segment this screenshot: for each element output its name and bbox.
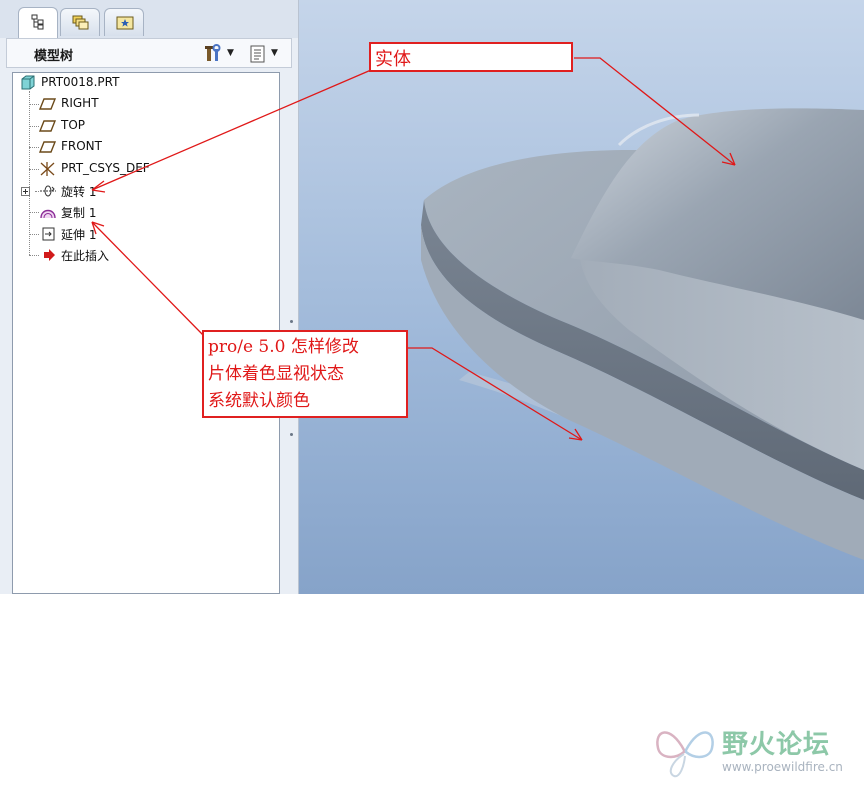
- butterfly-logo-icon: [656, 731, 714, 778]
- annotation-arrows: [91, 57, 736, 441]
- annotation-line: 系统默认颜色: [208, 391, 310, 411]
- annotation-question: pro/e 5.0 怎样修改 片体着色显视状态 系统默认颜色: [202, 330, 408, 418]
- annotation-line: pro/e 5.0 怎样修改: [208, 337, 359, 357]
- annotation-line: 片体着色显视状态: [208, 364, 344, 384]
- forum-watermark: 野火论坛 www.proewildfire.cn: [652, 720, 852, 780]
- watermark-url: www.proewildfire.cn: [722, 760, 843, 774]
- annotation-solid: 实体: [369, 42, 573, 72]
- watermark-title: 野火论坛: [722, 730, 831, 760]
